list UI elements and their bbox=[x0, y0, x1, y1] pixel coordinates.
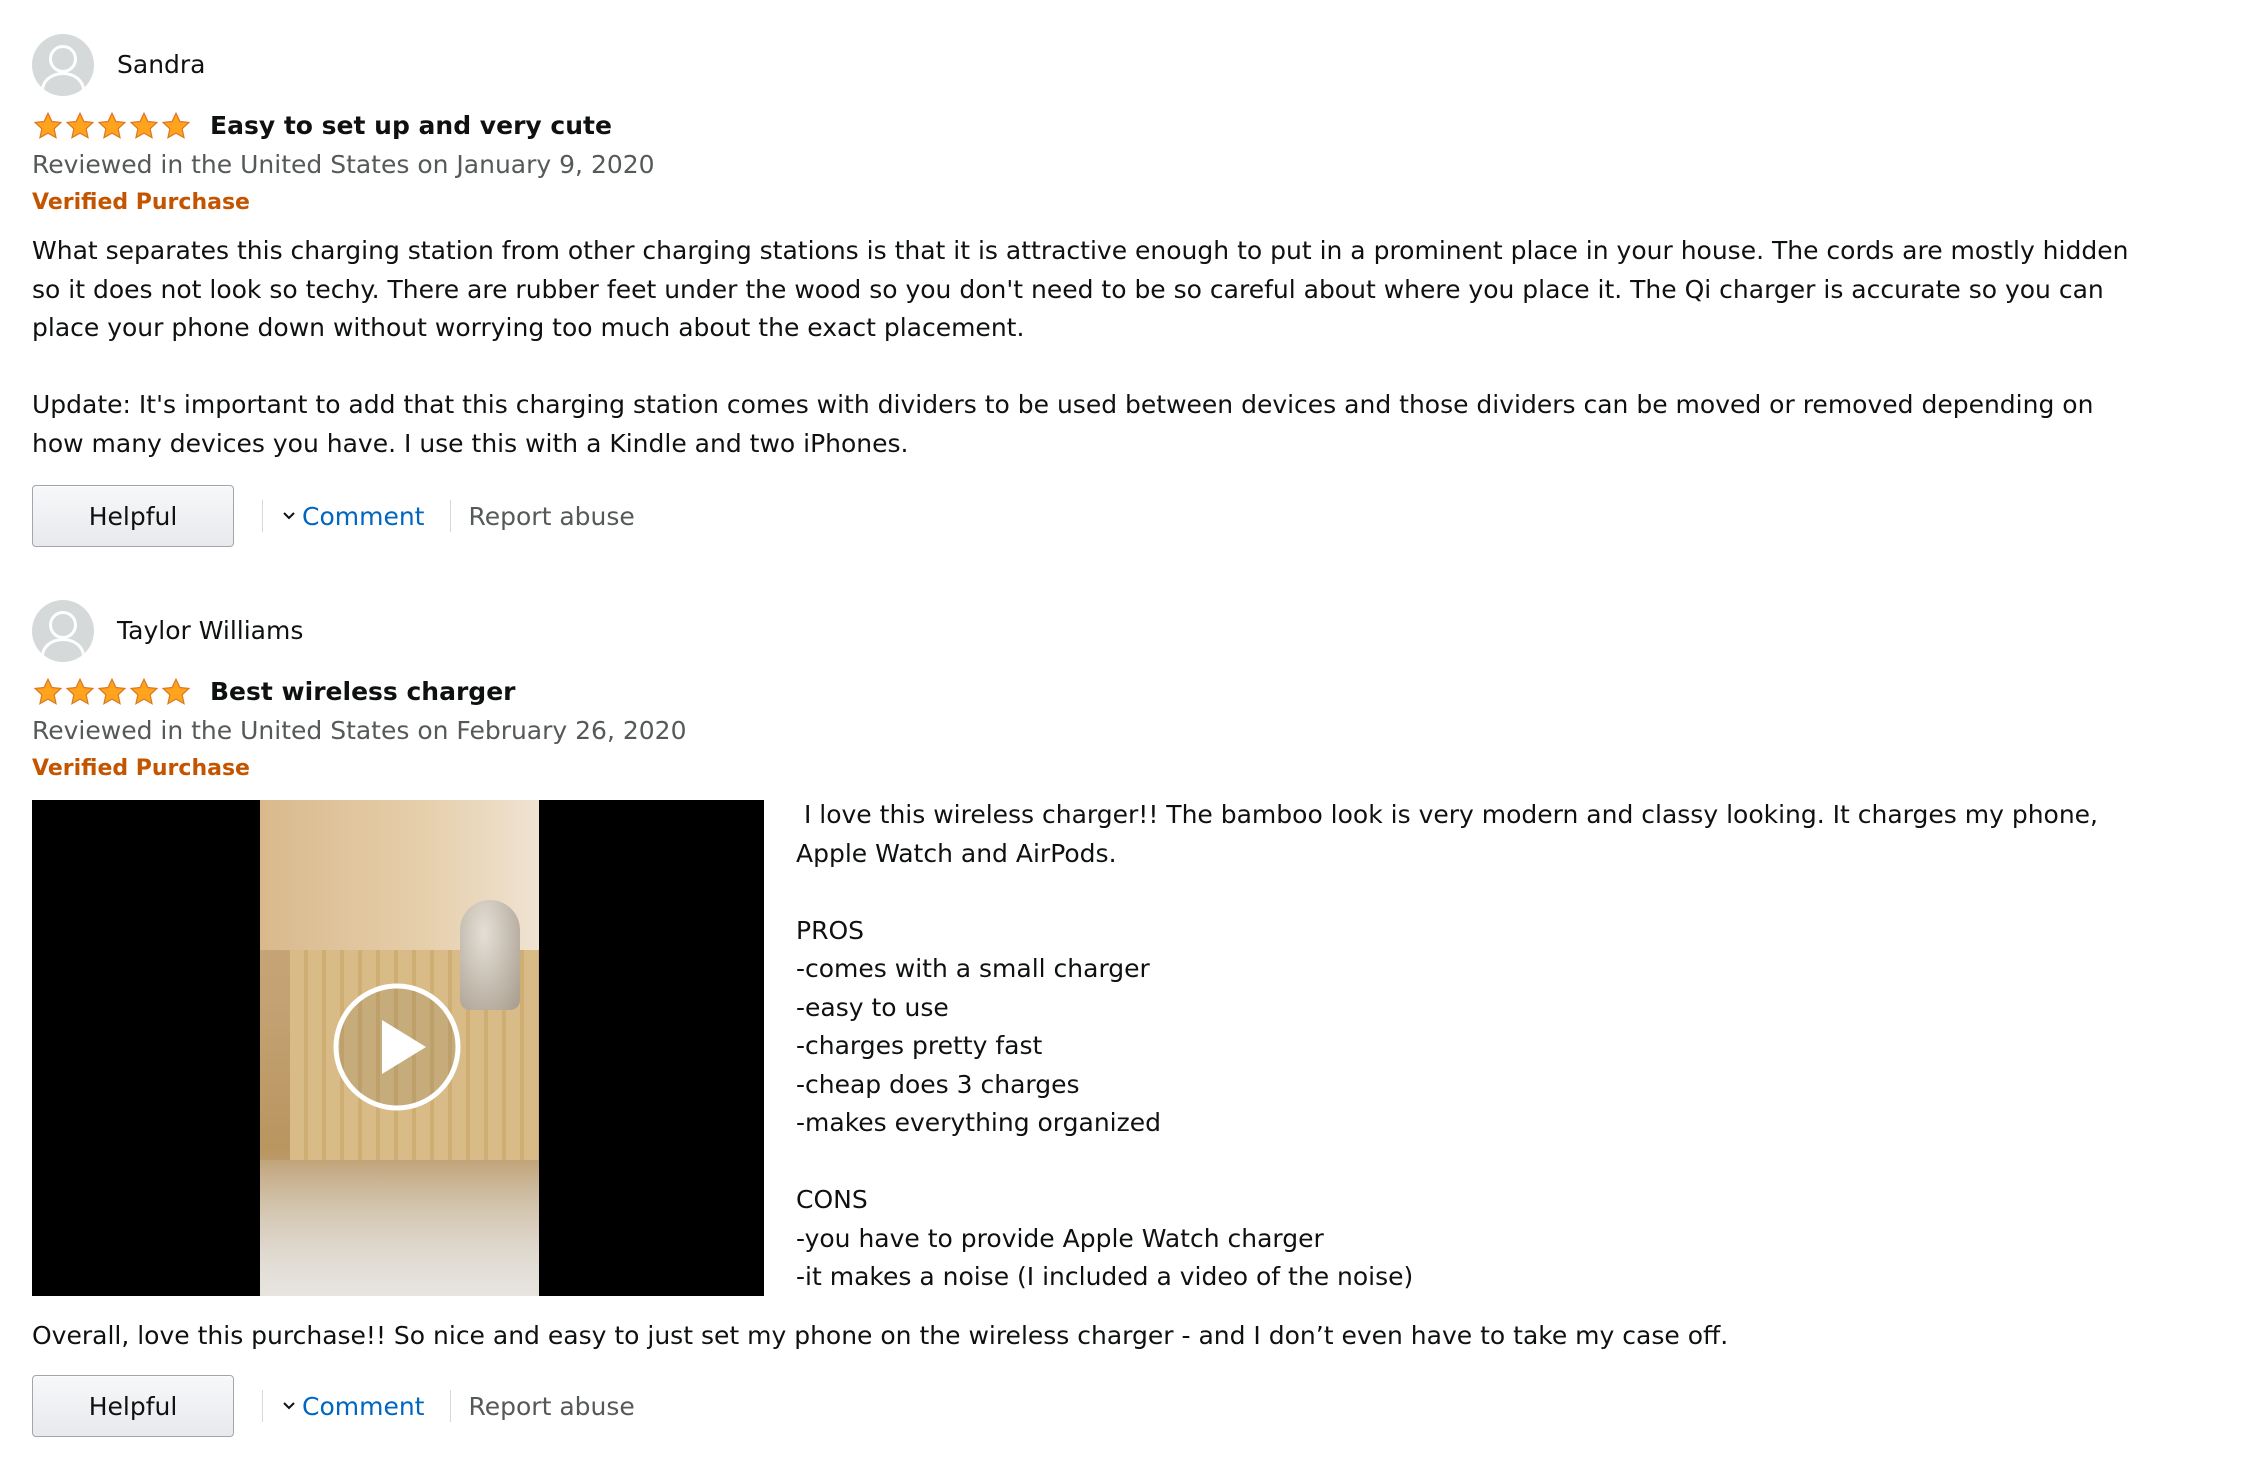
divider bbox=[262, 1390, 263, 1422]
chevron-down-icon bbox=[283, 1402, 295, 1410]
review-line: -you have to provide Apple Watch charger bbox=[796, 1223, 1324, 1253]
star-icon bbox=[97, 111, 127, 139]
review-date: Reviewed in the United States on January… bbox=[32, 150, 655, 179]
review-paragraph: Overall, love this purchase!! So nice an… bbox=[32, 1320, 1729, 1350]
review-line: -makes everything organized bbox=[796, 1108, 1162, 1137]
comment-label: Comment bbox=[302, 1391, 425, 1421]
review-line: ​ bbox=[796, 1143, 2152, 1182]
review-line: -easy to use bbox=[796, 992, 949, 1022]
star-icon bbox=[161, 677, 191, 705]
star-icon bbox=[129, 677, 159, 705]
review-line: -charges pretty fast bbox=[796, 1031, 1043, 1060]
review-video[interactable] bbox=[32, 800, 764, 1296]
play-icon[interactable] bbox=[332, 982, 462, 1112]
review-paragraph: What separates this charging station fro… bbox=[32, 236, 2137, 342]
star-rating[interactable] bbox=[32, 676, 192, 708]
divider bbox=[449, 1390, 451, 1422]
review-line: -it makes a noise (I included a video of… bbox=[796, 1262, 1414, 1291]
avatar-icon bbox=[32, 600, 94, 662]
review-date: Reviewed in the United States on Februar… bbox=[32, 716, 687, 745]
helpful-button[interactable]: Helpful bbox=[32, 485, 234, 547]
verified-purchase-badge: Verified Purchase bbox=[32, 756, 250, 781]
review-card: Taylor Williams Best wireless charger Re… bbox=[32, 600, 2152, 1437]
helpful-button[interactable]: Helpful bbox=[32, 1375, 234, 1437]
review-title[interactable]: Easy to set up and very cute bbox=[210, 110, 612, 142]
review-body: What separates this charging station fro… bbox=[32, 232, 2152, 463]
reviewer-profile[interactable]: Taylor Williams bbox=[32, 600, 2152, 662]
comment-link[interactable]: Comment bbox=[282, 502, 425, 531]
review-line: ​ bbox=[796, 873, 2152, 912]
reviewer-profile[interactable]: Sandra bbox=[32, 34, 2152, 96]
divider bbox=[449, 500, 451, 532]
avatar-icon bbox=[32, 34, 94, 96]
verified-purchase-badge: Verified Purchase bbox=[32, 190, 250, 215]
review-line: PROS bbox=[796, 915, 864, 945]
review-card: Sandra Easy to set up and very cute Revi… bbox=[32, 34, 2152, 547]
review-paragraph: Update: It's important to add that this … bbox=[32, 390, 2102, 458]
star-icon bbox=[65, 677, 95, 705]
divider bbox=[262, 500, 263, 532]
report-abuse-link[interactable]: Report abuse bbox=[469, 1392, 635, 1421]
star-rating[interactable] bbox=[32, 110, 192, 142]
star-icon bbox=[129, 111, 159, 139]
comment-label: Comment bbox=[302, 501, 425, 531]
review-title[interactable]: Best wireless charger bbox=[210, 676, 515, 708]
star-icon bbox=[97, 677, 127, 705]
star-icon bbox=[33, 111, 63, 139]
review-line: -cheap does 3 charges bbox=[796, 1069, 1080, 1099]
review-line: -comes with a small charger bbox=[796, 954, 1150, 983]
star-icon bbox=[33, 677, 63, 705]
review-body: I love this wireless charger!! The bambo… bbox=[796, 796, 2152, 1297]
report-abuse-link[interactable]: Report abuse bbox=[469, 502, 635, 531]
star-icon bbox=[161, 111, 191, 139]
star-icon bbox=[65, 111, 95, 139]
review-actions: Helpful Comment Report abuse bbox=[32, 1375, 2152, 1437]
review-actions: Helpful Comment Report abuse bbox=[32, 485, 2152, 547]
review-media-row: I love this wireless charger!! The bambo… bbox=[32, 800, 2152, 1297]
reviewer-name[interactable]: Taylor Williams bbox=[117, 616, 303, 646]
chevron-down-icon bbox=[283, 512, 295, 520]
review-line: CONS bbox=[796, 1185, 868, 1214]
review-line: I love this wireless charger!! The bambo… bbox=[796, 800, 2106, 868]
reviewer-name[interactable]: Sandra bbox=[117, 50, 206, 80]
comment-link[interactable]: Comment bbox=[282, 1392, 425, 1421]
